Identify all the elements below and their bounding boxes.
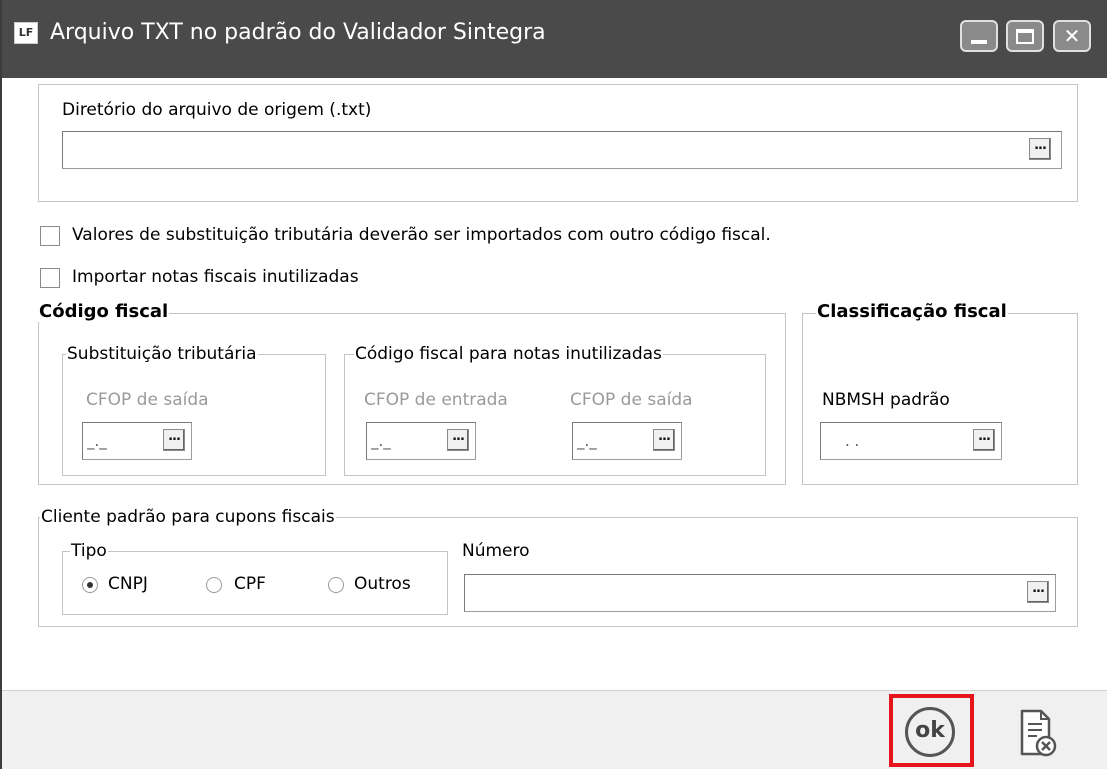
import-voided-checkbox-label: Importar notas fiscais inutilizadas bbox=[72, 267, 359, 287]
tipo-title: Tipo bbox=[70, 541, 108, 561]
minimize-icon bbox=[971, 40, 987, 44]
minimize-button[interactable] bbox=[960, 20, 998, 52]
numero-input[interactable] bbox=[469, 579, 1019, 607]
maximize-icon bbox=[1016, 29, 1034, 44]
cfop-entrada-input[interactable] bbox=[371, 427, 439, 455]
cancel-button[interactable] bbox=[1019, 708, 1057, 758]
tipo-outros-radio[interactable] bbox=[328, 577, 344, 593]
close-icon: ✕ bbox=[1063, 24, 1081, 48]
tipo-cnpj-radio[interactable] bbox=[82, 577, 98, 593]
cancel-document-icon bbox=[1020, 709, 1057, 757]
codigo-fiscal-title: Código fiscal bbox=[38, 301, 170, 322]
tipo-cnpj-label: CNPJ bbox=[108, 574, 148, 594]
import-voided-checkbox[interactable] bbox=[40, 268, 60, 288]
cfop-saida-st-field[interactable]: ... bbox=[82, 422, 192, 460]
substitution-checkbox[interactable] bbox=[40, 226, 60, 246]
cfop-saida-inut-field[interactable]: ... bbox=[572, 422, 682, 460]
window-title: Arquivo TXT no padrão do Validador Sinte… bbox=[50, 20, 546, 45]
cfop-saida-inut-browse-button[interactable]: ... bbox=[653, 429, 675, 451]
tipo-outros-label: Outros bbox=[354, 574, 411, 594]
close-button[interactable]: ✕ bbox=[1053, 20, 1091, 52]
cfop-entrada-label: CFOP de entrada bbox=[364, 390, 508, 410]
cliente-padrao-title: Cliente padrão para cupons fiscais bbox=[40, 507, 336, 527]
tipo-cpf-label: CPF bbox=[234, 574, 266, 594]
cfop-saida-inut-input[interactable] bbox=[577, 427, 645, 455]
substitution-checkbox-label: Valores de substituição tributária dever… bbox=[72, 225, 771, 245]
title-bar[interactable]: LF Arquivo TXT no padrão do Validador Si… bbox=[2, 0, 1107, 78]
cfop-saida-st-label: CFOP de saída bbox=[86, 390, 209, 410]
source-dir-browse-button[interactable]: ... bbox=[1029, 138, 1051, 160]
nbmsh-label: NBMSH padrão bbox=[822, 390, 950, 410]
ok-button[interactable]: ok bbox=[905, 707, 955, 757]
source-dir-label: Diretório do arquivo de origem (.txt) bbox=[62, 100, 372, 120]
cfop-saida-st-browse-button[interactable]: ... bbox=[163, 429, 185, 451]
dialog-window: LF Arquivo TXT no padrão do Validador Si… bbox=[0, 0, 1107, 769]
substituicao-title: Substituição tributária bbox=[66, 344, 258, 364]
nbmsh-field[interactable]: ... bbox=[820, 422, 1002, 460]
numero-field[interactable]: ... bbox=[464, 574, 1056, 612]
source-dir-input[interactable] bbox=[67, 136, 1025, 164]
source-dir-field[interactable]: ... bbox=[62, 131, 1062, 169]
tipo-cpf-radio[interactable] bbox=[206, 577, 222, 593]
numero-browse-button[interactable]: ... bbox=[1027, 581, 1049, 603]
cfop-saida-st-input[interactable] bbox=[87, 427, 155, 455]
cfop-entrada-browse-button[interactable]: ... bbox=[447, 429, 469, 451]
cfop-entrada-field[interactable]: ... bbox=[366, 422, 476, 460]
nbmsh-browse-button[interactable]: ... bbox=[973, 429, 995, 451]
maximize-button[interactable] bbox=[1006, 20, 1044, 52]
nbmsh-input[interactable] bbox=[825, 427, 965, 455]
inutilizadas-title: Código fiscal para notas inutilizadas bbox=[354, 344, 663, 364]
cfop-saida-inut-label: CFOP de saída bbox=[570, 390, 693, 410]
classificacao-fiscal-title: Classificação fiscal bbox=[816, 301, 1008, 322]
numero-label: Número bbox=[462, 541, 530, 561]
app-icon: LF bbox=[14, 22, 38, 44]
